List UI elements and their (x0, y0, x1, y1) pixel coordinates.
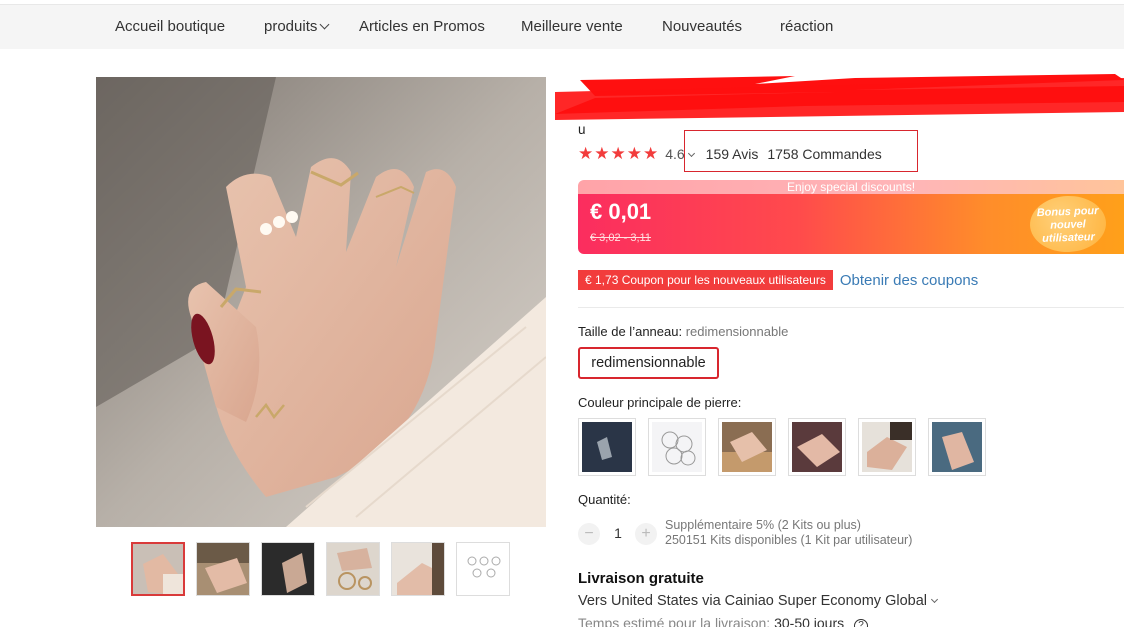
rating-score-value: 4.6 (665, 146, 685, 162)
nav-products[interactable]: produits (264, 18, 330, 35)
bonus-line-1: Bonus pour (1036, 204, 1099, 220)
thumbnail-1[interactable] (131, 542, 185, 596)
help-icon[interactable]: ? (854, 619, 869, 627)
stock-availability-note: 250151 Kits disponibles (1 Kit par utili… (665, 533, 913, 547)
current-price: € 0,01 (590, 199, 652, 224)
nav-feedback[interactable]: réaction (780, 18, 833, 35)
rating-stars-icon: ★★★★★ (578, 144, 660, 163)
estimated-delivery: Temps estimé pour la livraison: 30-50 jo… (578, 615, 869, 627)
redaction-scribble (555, 74, 1124, 120)
chevron-down-icon (930, 595, 939, 604)
thumbnail-6[interactable] (456, 542, 510, 596)
ring-size-label-text: Taille de l’anneau: (578, 324, 683, 339)
free-shipping-title: Livraison gratuite (578, 570, 704, 587)
nav-products-label: produits (264, 18, 318, 35)
thumbnail-5[interactable] (391, 542, 445, 596)
new-user-coupon-tag: € 1,73 Coupon pour les nouveaux utilisat… (578, 270, 836, 290)
original-price: € 3,02 - 3,11 (590, 232, 651, 244)
color-swatch-2[interactable] (648, 418, 706, 476)
get-coupons-link[interactable]: Obtenir des coupons (840, 272, 978, 289)
nav-new-arrivals[interactable]: Nouveautés (662, 18, 742, 35)
store-nav-bar: Accueil boutique produits Articles en Pr… (0, 4, 1124, 49)
nav-promos[interactable]: Articles en Promos (359, 18, 485, 35)
bonus-line-3: utilisateur (1041, 231, 1095, 245)
highlight-box (684, 130, 918, 172)
color-swatch-6[interactable] (928, 418, 986, 476)
price-banner: Enjoy special discounts! € 0,01 € 3,02 -… (578, 180, 1124, 254)
main-product-image[interactable] (96, 77, 546, 527)
stone-color-label: Couleur principale de pierre: (578, 395, 742, 410)
size-option-resizable[interactable]: redimensionnable (578, 347, 719, 379)
color-swatch-1[interactable] (578, 418, 636, 476)
quantity-label: Quantité: (578, 492, 631, 507)
banner-top-text: Enjoy special discounts! (578, 180, 1124, 194)
thumbnail-3[interactable] (261, 542, 315, 596)
shipping-destination[interactable]: Vers United States via Cainiao Super Eco… (578, 593, 939, 609)
quantity-input[interactable]: 1 (609, 525, 627, 541)
shipping-destination-text: Vers United States via Cainiao Super Eco… (578, 593, 927, 609)
color-swatch-4[interactable] (788, 418, 846, 476)
color-swatch-3[interactable] (718, 418, 776, 476)
coupon-row: € 1,73 Coupon pour les nouveaux utilisat… (578, 270, 978, 290)
delivery-time-value: 30-50 jours (774, 615, 845, 627)
divider (578, 307, 1124, 308)
new-user-bonus-badge: Bonus pour nouvel utilisateur (1029, 194, 1107, 254)
banner-main: € 0,01 € 3,02 - 3,11 Bonus pour nouvel u… (578, 194, 1124, 254)
quantity-notes: Supplémentaire 5% (2 Kits ou plus) 25015… (665, 518, 912, 548)
color-swatch-5[interactable] (858, 418, 916, 476)
quantity-increase-button[interactable]: + (635, 523, 657, 545)
chevron-down-icon (319, 19, 330, 30)
thumbnail-4[interactable] (326, 542, 380, 596)
nav-best-sellers[interactable]: Meilleure vente (521, 18, 623, 35)
nav-store-home[interactable]: Accueil boutique (115, 18, 225, 35)
ring-size-selected: redimensionnable (685, 324, 789, 339)
ring-size-label: Taille de l’anneau: redimensionnable (578, 324, 788, 339)
delivery-time-label: Temps estimé pour la livraison: (578, 615, 771, 627)
bulk-discount-note: Supplémentaire 5% (2 Kits ou plus) (665, 518, 861, 532)
thumbnail-2[interactable] (196, 542, 250, 596)
quantity-decrease-button[interactable]: − (578, 523, 600, 545)
